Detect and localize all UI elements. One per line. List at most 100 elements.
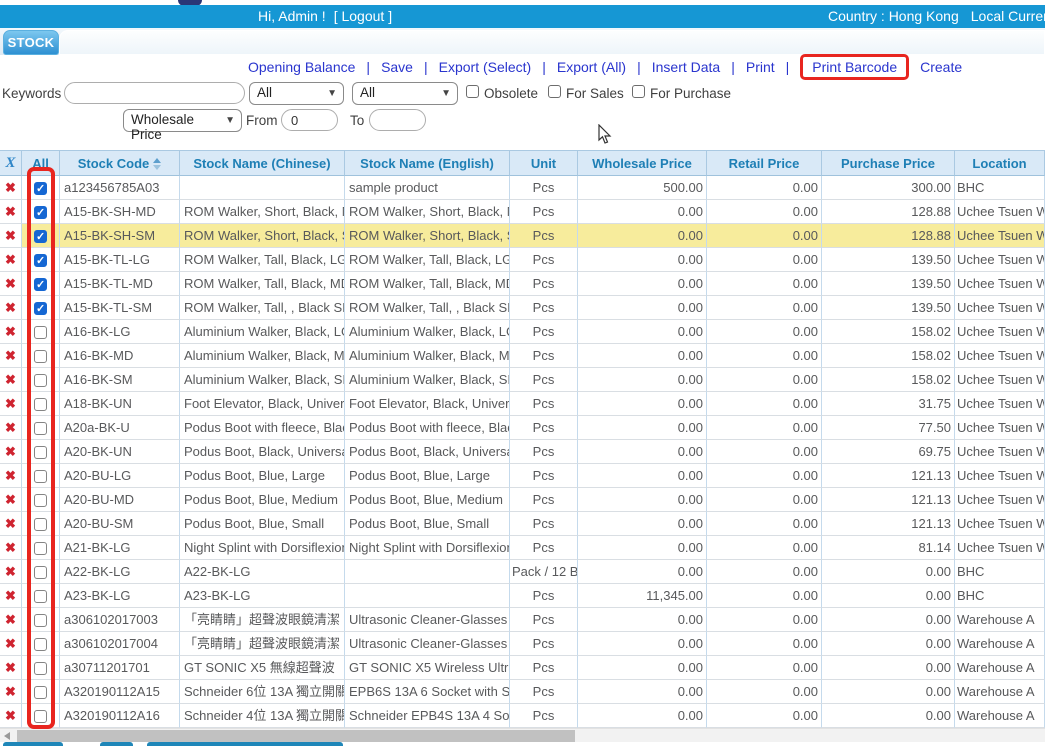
stock-name-english-cell: Night Splint with Dorsiflexion <box>345 536 510 560</box>
delete-row-icon[interactable]: ✖ <box>5 612 16 627</box>
table-row: ✖ A22-BK-LG A22-BK-LG Pack / 12 Btl 0.00… <box>0 560 1045 584</box>
row-checkbox[interactable] <box>34 638 47 651</box>
stock-table-body: ✖ a123456785A03 sample product Pcs 500.0… <box>0 176 1045 728</box>
delete-row-icon[interactable]: ✖ <box>5 444 16 459</box>
table-row: ✖ A15-BK-TL-SM ROM Walker, Tall, , Black… <box>0 296 1045 320</box>
scroll-left-icon[interactable] <box>4 732 10 740</box>
delete-row-icon[interactable]: ✖ <box>5 660 16 675</box>
scrollbar-thumb[interactable] <box>17 730 575 742</box>
column-header-unit: Unit <box>510 150 578 176</box>
row-checkbox[interactable] <box>34 542 47 555</box>
insert-data-link[interactable]: Insert Data <box>652 59 720 75</box>
keywords-label: Keywords <box>2 86 61 101</box>
export-all-link[interactable]: Export (All) <box>557 59 626 75</box>
delete-row-icon[interactable]: ✖ <box>5 204 16 219</box>
delete-row-icon[interactable]: ✖ <box>5 252 16 267</box>
bottom-button-sliver[interactable] <box>147 742 343 746</box>
unit-cell: Pack / 12 Btl <box>510 560 578 584</box>
location-cell: Uchee Tsuen W <box>955 344 1045 368</box>
export-select-link[interactable]: Export (Select) <box>439 59 532 75</box>
purchase-price-cell: 158.02 <box>822 344 955 368</box>
delete-row-icon[interactable]: ✖ <box>5 396 16 411</box>
delete-row-icon[interactable]: ✖ <box>5 492 16 507</box>
row-checkbox[interactable] <box>34 278 47 291</box>
delete-row-icon[interactable]: ✖ <box>5 300 16 315</box>
row-checkbox[interactable] <box>34 350 47 363</box>
row-checkbox[interactable] <box>34 518 47 531</box>
stock-name-english-cell <box>345 560 510 584</box>
stock-name-chinese-cell: Podus Boot, Blue, Large <box>180 464 345 488</box>
row-checkbox[interactable] <box>34 326 47 339</box>
row-checkbox[interactable] <box>34 614 47 627</box>
category-select[interactable]: ▼All <box>249 82 344 105</box>
create-link[interactable]: Create <box>920 59 962 75</box>
stock-name-chinese-cell: ROM Walker, Tall, Black, LG <box>180 248 345 272</box>
row-checkbox[interactable] <box>34 398 47 411</box>
stock-name-chinese-cell: A22-BK-LG <box>180 560 345 584</box>
keywords-input[interactable] <box>64 82 245 104</box>
location-cell: Warehouse A <box>955 704 1045 728</box>
stock-code-cell: A15-BK-SH-SM <box>60 224 180 248</box>
subcategory-select[interactable]: ▼All <box>352 82 458 105</box>
print-barcode-link[interactable]: Print Barcode <box>800 54 909 80</box>
stock-name-english-cell <box>345 584 510 608</box>
price-to-input[interactable] <box>369 109 426 131</box>
delete-row-icon[interactable]: ✖ <box>5 468 16 483</box>
for-purchase-checkbox[interactable] <box>632 85 645 98</box>
tab-stock[interactable]: STOCK <box>3 30 59 55</box>
row-checkbox[interactable] <box>34 662 47 675</box>
row-checkbox[interactable] <box>34 470 47 483</box>
delete-row-icon[interactable]: ✖ <box>5 372 16 387</box>
row-checkbox[interactable] <box>34 302 47 315</box>
delete-all-link[interactable]: X <box>5 155 15 171</box>
row-checkbox[interactable] <box>34 182 47 195</box>
row-checkbox[interactable] <box>34 422 47 435</box>
delete-row-icon[interactable]: ✖ <box>5 564 16 579</box>
delete-row-icon[interactable]: ✖ <box>5 420 16 435</box>
column-header-stock-code[interactable]: Stock Code <box>60 150 180 176</box>
purchase-price-cell: 0.00 <box>822 584 955 608</box>
bottom-button-sliver[interactable] <box>3 742 63 746</box>
price-field-select[interactable]: ▼Wholesale Price <box>123 109 242 132</box>
opening-balance-link[interactable]: Opening Balance <box>248 59 355 75</box>
delete-row-icon[interactable]: ✖ <box>5 588 16 603</box>
row-checkbox[interactable] <box>34 686 47 699</box>
price-from-input[interactable] <box>281 109 338 131</box>
stock-name-chinese-cell: Schneider 4位 13A 獨立開關 <box>180 704 345 728</box>
row-checkbox[interactable] <box>34 230 47 243</box>
delete-row-icon[interactable]: ✖ <box>5 708 16 723</box>
delete-row-icon[interactable]: ✖ <box>5 684 16 699</box>
logout-link[interactable]: [ Logout ] <box>334 8 392 24</box>
tab-strip: STOCK <box>0 28 1045 55</box>
location-cell: Warehouse A <box>955 680 1045 704</box>
unit-cell: Pcs <box>510 416 578 440</box>
print-link[interactable]: Print <box>746 59 775 75</box>
retail-price-cell: 0.00 <box>707 392 822 416</box>
stock-name-english-cell: ROM Walker, Short, Black, MD <box>345 200 510 224</box>
select-all-link[interactable]: All <box>32 156 49 171</box>
row-checkbox[interactable] <box>34 206 47 219</box>
delete-row-icon[interactable]: ✖ <box>5 180 16 195</box>
delete-row-icon[interactable]: ✖ <box>5 540 16 555</box>
row-checkbox[interactable] <box>34 374 47 387</box>
bottom-button-sliver[interactable] <box>100 742 133 746</box>
delete-row-icon[interactable]: ✖ <box>5 324 16 339</box>
table-row: ✖ A21-BK-LG Night Splint with Dorsiflexi… <box>0 536 1045 560</box>
delete-row-icon[interactable]: ✖ <box>5 276 16 291</box>
delete-row-icon[interactable]: ✖ <box>5 228 16 243</box>
row-checkbox[interactable] <box>34 710 47 723</box>
row-checkbox[interactable] <box>34 566 47 579</box>
row-checkbox[interactable] <box>34 590 47 603</box>
obsolete-checkbox[interactable] <box>466 85 479 98</box>
row-checkbox[interactable] <box>34 494 47 507</box>
row-checkbox[interactable] <box>34 446 47 459</box>
row-checkbox[interactable] <box>34 254 47 267</box>
save-link[interactable]: Save <box>381 59 413 75</box>
delete-row-icon[interactable]: ✖ <box>5 516 16 531</box>
wholesale-price-cell: 0.00 <box>578 272 707 296</box>
for-sales-checkbox[interactable] <box>548 85 561 98</box>
delete-row-icon[interactable]: ✖ <box>5 636 16 651</box>
wholesale-price-cell: 500.00 <box>578 176 707 200</box>
purchase-price-cell: 128.88 <box>822 224 955 248</box>
delete-row-icon[interactable]: ✖ <box>5 348 16 363</box>
